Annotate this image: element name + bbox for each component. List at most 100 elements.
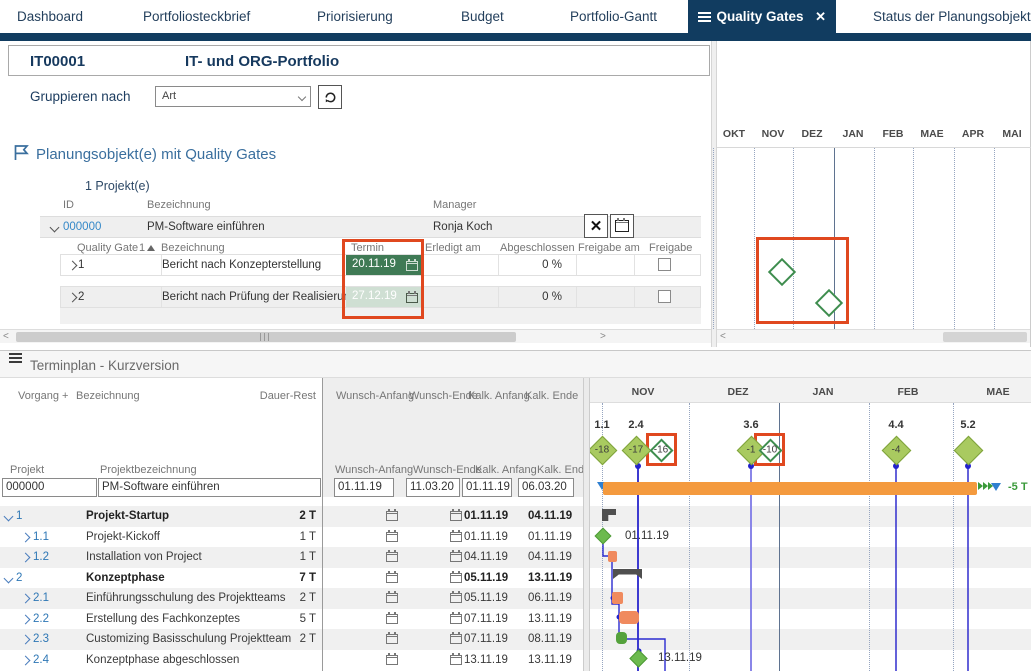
calendar-icon[interactable] [450, 593, 462, 603]
freigabe-checkbox[interactable] [658, 258, 671, 271]
col-header-vorgang[interactable]: Vorgang [18, 390, 59, 402]
expand-icon[interactable] [68, 261, 78, 271]
task-number[interactable]: 2.3 [33, 633, 49, 645]
expand-icon[interactable] [21, 635, 31, 645]
gate-row-1[interactable]: 1 Bericht nach Konzepterstellung 20.11.1… [60, 254, 701, 276]
tab-dashboard[interactable]: Dashboard [17, 0, 83, 33]
calendar-button[interactable] [610, 214, 634, 238]
scroll-left-icon[interactable]: < [720, 330, 726, 343]
task-number[interactable]: 2.1 [33, 592, 49, 604]
add-column-icon[interactable]: + [62, 390, 68, 402]
task-bar-2-3[interactable] [616, 632, 627, 644]
calendar-icon[interactable] [450, 552, 462, 562]
col-header-erledigt-am[interactable]: Erledigt am [425, 242, 481, 254]
wunsch-ende-field[interactable]: 11.03.20 [406, 478, 460, 497]
expand-icon[interactable] [21, 532, 31, 542]
task-number[interactable]: 1.2 [33, 551, 49, 563]
expand-icon[interactable] [4, 512, 14, 522]
group-by-select[interactable]: Art [155, 86, 311, 107]
task-bar-2-2[interactable] [619, 611, 639, 624]
task-number[interactable]: 2.4 [33, 654, 49, 666]
project-id[interactable]: 000000 [63, 221, 101, 233]
col-header-wunsch-anfang[interactable]: Wunsch-Anfang [336, 390, 414, 402]
menu-icon[interactable] [9, 353, 22, 355]
calendar-icon[interactable] [450, 634, 462, 644]
task-number[interactable]: 1.1 [33, 531, 49, 543]
calendar-icon[interactable] [386, 532, 398, 542]
calendar-icon[interactable] [386, 593, 398, 603]
col-header-gate-bezeichnung[interactable]: Bezeichnung [161, 242, 225, 254]
gate-termin-cell[interactable]: 20.11.19 [346, 255, 423, 275]
calendar-icon[interactable] [386, 552, 398, 562]
calendar-icon[interactable] [386, 655, 398, 665]
wunsch-anfang-field[interactable]: 01.11.19 [334, 478, 394, 497]
calendar-icon[interactable] [450, 614, 462, 624]
collapse-icon[interactable] [50, 223, 60, 233]
tab-budget[interactable]: Budget [461, 0, 504, 33]
sort-indicator[interactable]: 1 [139, 242, 155, 254]
diamond-delay-label: -10 [763, 445, 777, 456]
scroll-right-icon[interactable]: > [600, 330, 606, 343]
calendar-icon[interactable] [386, 573, 398, 583]
col-header-freigabe[interactable]: Freigabe [649, 242, 692, 254]
gate-name: Bericht nach Konzepterstellung [162, 259, 321, 271]
task-number[interactable]: 2.2 [33, 613, 49, 625]
tab-status-planungsobjekte[interactable]: Status der Planungsobjekte [873, 0, 1031, 33]
horizontal-scrollbar[interactable]: < > [0, 329, 711, 343]
calendar-icon[interactable] [450, 655, 462, 665]
close-tab-icon[interactable]: ✕ [815, 9, 826, 25]
scroll-left-icon[interactable]: < [3, 330, 9, 343]
tab-quality-gates[interactable]: Quality Gates ✕ [688, 0, 836, 33]
chevron-down-icon [298, 93, 306, 101]
expand-icon[interactable] [21, 594, 31, 604]
project-id-field[interactable]: 000000 [2, 478, 97, 497]
task-bar-1-2[interactable] [608, 551, 617, 562]
gate-termin-cell[interactable]: 27.12.19 [346, 287, 423, 307]
project-name-field[interactable]: PM-Software einführen [98, 478, 321, 497]
expand-icon[interactable] [21, 553, 31, 563]
col-header-termin[interactable]: Termin [351, 242, 384, 254]
calendar-icon[interactable] [406, 261, 418, 271]
kalk-ende-field[interactable]: 06.03.20 [518, 478, 574, 497]
project-summary-bar[interactable] [603, 482, 977, 495]
task-bar-2-1[interactable] [612, 592, 623, 604]
calendar-icon[interactable] [450, 573, 462, 583]
calendar-icon[interactable] [450, 511, 462, 521]
horizontal-scrollbar[interactable]: < [717, 329, 1030, 343]
col-header-quality-gate[interactable]: Quality Gate [77, 242, 138, 254]
col-header-wunsch-anfang-2: Wunsch-Anfang [335, 464, 413, 476]
task-number[interactable]: 2 [16, 572, 22, 584]
col-header-kalk-anfang[interactable]: Kalk. Anfang [468, 390, 530, 402]
calendar-icon[interactable] [386, 634, 398, 644]
calendar-icon[interactable] [386, 511, 398, 521]
scrollbar-grip[interactable] [260, 333, 269, 341]
expand-icon[interactable] [21, 655, 31, 665]
gate-row-2[interactable]: 2 Bericht nach Prüfung der Realisierung … [60, 286, 701, 308]
calendar-icon[interactable] [386, 614, 398, 624]
calendar-icon[interactable] [406, 293, 418, 303]
calendar-icon[interactable] [450, 532, 462, 542]
milestone-date-label: 13.11.19 [658, 652, 702, 664]
expand-icon[interactable] [4, 573, 14, 583]
col-header-dauer-rest[interactable]: Dauer-Rest [240, 390, 316, 402]
month-label: FEB [898, 386, 919, 398]
expand-icon[interactable] [21, 614, 31, 624]
col-header-freigabe-am[interactable]: Freigabe am [578, 242, 640, 254]
table-gantt-splitter[interactable] [583, 378, 590, 671]
task-number[interactable]: 1 [16, 510, 22, 522]
delete-button[interactable]: ✕ [584, 214, 608, 238]
kalk-anfang-field[interactable]: 01.11.19 [462, 478, 512, 497]
freigabe-checkbox[interactable] [658, 290, 671, 303]
col-header-abgeschlossen[interactable]: Abgeschlossen [500, 242, 573, 254]
tab-priorisierung[interactable]: Priorisierung [317, 0, 393, 33]
refresh-button[interactable] [318, 85, 342, 109]
gate-name: Bericht nach Prüfung der Realisierung [162, 291, 356, 303]
col-header-kalk-ende[interactable]: Kalk. Ende [525, 390, 578, 402]
quality-gate-milestone-2[interactable] [815, 289, 843, 317]
expand-icon[interactable] [68, 293, 78, 303]
quality-gate-milestone-1[interactable] [768, 258, 796, 286]
tab-portfoliosteckbrief[interactable]: Portfoliosteckbrief [143, 0, 250, 33]
hamburger-icon[interactable] [698, 12, 711, 14]
col-header-bezeichnung[interactable]: Bezeichnung [76, 390, 140, 402]
tab-portfolio-gantt[interactable]: Portfolio-Gantt [570, 0, 657, 33]
